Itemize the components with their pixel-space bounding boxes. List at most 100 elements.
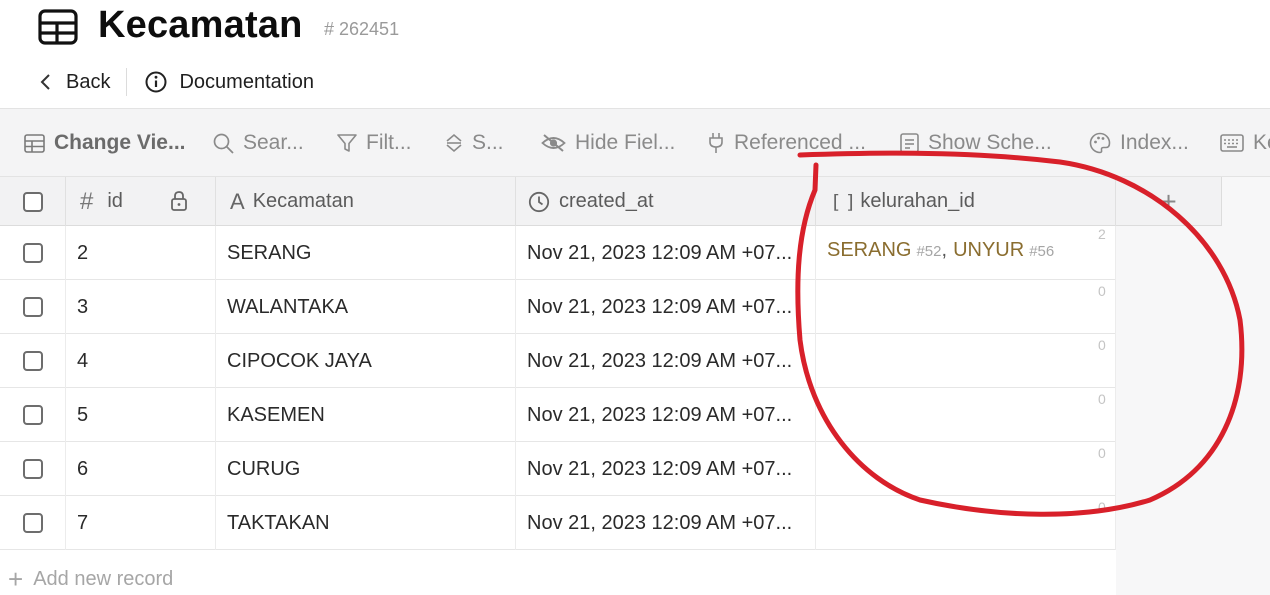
reference-count: 0: [1098, 499, 1106, 515]
cell-created-at[interactable]: Nov 21, 2023 12:09 AM +07...: [516, 442, 816, 496]
cell-id[interactable]: 5: [66, 388, 216, 442]
table-row[interactable]: 4 CIPOCOK JAYA Nov 21, 2023 12:09 AM +07…: [0, 334, 1116, 388]
add-record-label: Add new record: [33, 568, 174, 590]
cell-kelurahan-id[interactable]: [816, 442, 1116, 496]
add-record-button[interactable]: + Add new record: [8, 564, 173, 595]
table-row[interactable]: 2 SERANG Nov 21, 2023 12:09 AM +07... SE…: [0, 226, 1116, 280]
row-checkbox[interactable]: [22, 297, 43, 317]
reference-count: 0: [1098, 445, 1106, 461]
grid-right-gutter: [1116, 226, 1270, 595]
toolbar: Change Vie... Sear... Filt... S... Hide …: [0, 108, 1270, 177]
cell-created-at[interactable]: Nov 21, 2023 12:09 AM +07...: [516, 388, 816, 442]
add-column-button[interactable]: +: [1116, 177, 1222, 226]
column-header-id[interactable]: # id: [66, 177, 216, 226]
table-row[interactable]: 3 WALANTAKA Nov 21, 2023 12:09 AM +07...…: [0, 280, 1116, 334]
index-button[interactable]: Index...: [1089, 131, 1189, 155]
show-schema-button[interactable]: Show Sche...: [900, 131, 1052, 155]
cell-kecamatan[interactable]: TAKTAKAN: [216, 496, 516, 550]
cell-kelurahan-id[interactable]: [816, 388, 1116, 442]
search-icon: [213, 133, 234, 154]
cell-kecamatan[interactable]: SERANG: [216, 226, 516, 280]
table-row[interactable]: 6 CURUG Nov 21, 2023 12:09 AM +07... 0: [0, 442, 1116, 496]
row-select-cell: [0, 388, 66, 442]
reference-name: SERANG: [827, 239, 912, 261]
plus-icon: +: [1160, 185, 1177, 217]
column-label-id: id: [107, 190, 123, 212]
cell-id[interactable]: 6: [66, 442, 216, 496]
grid-header-row: # id A Kecamatan created_at [ ] keluraha…: [0, 177, 1222, 226]
row-checkbox[interactable]: [22, 513, 43, 533]
documentation-button[interactable]: Documentation: [145, 71, 314, 94]
show-schema-label: Show Sche...: [928, 131, 1052, 154]
referenced-button[interactable]: Referenced ...: [707, 131, 866, 155]
row-checkbox[interactable]: [22, 243, 43, 263]
info-icon: [145, 71, 167, 93]
select-all-cell: [0, 177, 66, 226]
cell-created-at[interactable]: Nov 21, 2023 12:09 AM +07...: [516, 496, 816, 550]
row-select-cell: [0, 334, 66, 388]
cell-kelurahan-id[interactable]: SERANG #52, UNYUR #56: [816, 226, 1116, 280]
sort-icon: [446, 133, 462, 153]
array-type-icon: [ ]: [830, 190, 856, 213]
cell-kecamatan[interactable]: CIPOCOK JAYA: [216, 334, 516, 388]
sort-label: S...: [472, 131, 504, 154]
cell-id[interactable]: 7: [66, 496, 216, 550]
table-id-label: # 262451: [324, 19, 400, 39]
cell-created-at[interactable]: Nov 21, 2023 12:09 AM +07...: [516, 280, 816, 334]
column-label-kelurahan-id: kelurahan_id: [860, 190, 975, 212]
table-row[interactable]: 5 KASEMEN Nov 21, 2023 12:09 AM +07... 0: [0, 388, 1116, 442]
documentation-label: Documentation: [179, 70, 314, 93]
cell-created-at[interactable]: Nov 21, 2023 12:09 AM +07...: [516, 334, 816, 388]
reference-chip[interactable]: SERANG #52: [827, 239, 942, 262]
schema-icon: [900, 133, 919, 153]
column-header-kelurahan-id[interactable]: [ ] kelurahan_id: [816, 177, 1116, 226]
cell-kecamatan[interactable]: WALANTAKA: [216, 280, 516, 334]
reference-count: 0: [1098, 283, 1106, 299]
text-type-icon: A: [230, 188, 245, 214]
column-header-kecamatan[interactable]: A Kecamatan: [216, 177, 516, 226]
row-checkbox[interactable]: [22, 459, 43, 479]
row-select-cell: [0, 442, 66, 496]
sort-button[interactable]: S...: [445, 131, 504, 155]
column-label-kecamatan: Kecamatan: [252, 190, 354, 212]
row-select-cell: [0, 226, 66, 280]
plus-icon: +: [8, 564, 24, 594]
reference-name: UNYUR: [953, 239, 1025, 261]
cell-id[interactable]: 2: [66, 226, 216, 280]
change-view-label: Change Vie...: [54, 131, 186, 154]
row-checkbox[interactable]: [22, 405, 43, 425]
back-label: Back: [66, 70, 111, 93]
cell-kecamatan[interactable]: KASEMEN: [216, 388, 516, 442]
keyboard-button[interactable]: Ke: [1220, 131, 1270, 155]
reference-chip[interactable]: UNYUR #56: [953, 239, 1054, 262]
cell-kelurahan-id[interactable]: [816, 496, 1116, 550]
filter-button[interactable]: Filt...: [337, 131, 412, 155]
cell-kelurahan-id[interactable]: [816, 280, 1116, 334]
select-all-checkbox[interactable]: [22, 191, 43, 212]
back-button[interactable]: Back: [38, 71, 110, 94]
palette-icon: [1089, 132, 1111, 154]
change-view-button[interactable]: Change Vie...: [24, 131, 186, 155]
cell-id[interactable]: 4: [66, 334, 216, 388]
chevron-left-icon: [40, 74, 50, 90]
row-checkbox[interactable]: [22, 351, 43, 371]
plug-icon: [709, 133, 723, 153]
column-header-created-at[interactable]: created_at: [516, 177, 816, 226]
reference-separator: ,: [941, 239, 948, 261]
reference-count: 0: [1098, 391, 1106, 407]
cell-created-at[interactable]: Nov 21, 2023 12:09 AM +07...: [516, 226, 816, 280]
search-button[interactable]: Sear...: [213, 131, 304, 155]
index-label: Index...: [1120, 131, 1189, 154]
keyboard-label: Ke: [1253, 131, 1270, 154]
reference-id: #56: [1029, 243, 1055, 260]
row-select-cell: [0, 280, 66, 334]
cell-id[interactable]: 3: [66, 280, 216, 334]
table-row[interactable]: 7 TAKTAKAN Nov 21, 2023 12:09 AM +07... …: [0, 496, 1116, 550]
cell-kecamatan[interactable]: CURUG: [216, 442, 516, 496]
cell-kelurahan-id[interactable]: [816, 334, 1116, 388]
eye-off-icon: [541, 134, 566, 152]
page-title: Kecamatan: [98, 4, 303, 46]
hide-fields-button[interactable]: Hide Fiel...: [541, 131, 675, 155]
nav-divider: [126, 68, 128, 96]
reference-count: 2: [1098, 226, 1106, 242]
